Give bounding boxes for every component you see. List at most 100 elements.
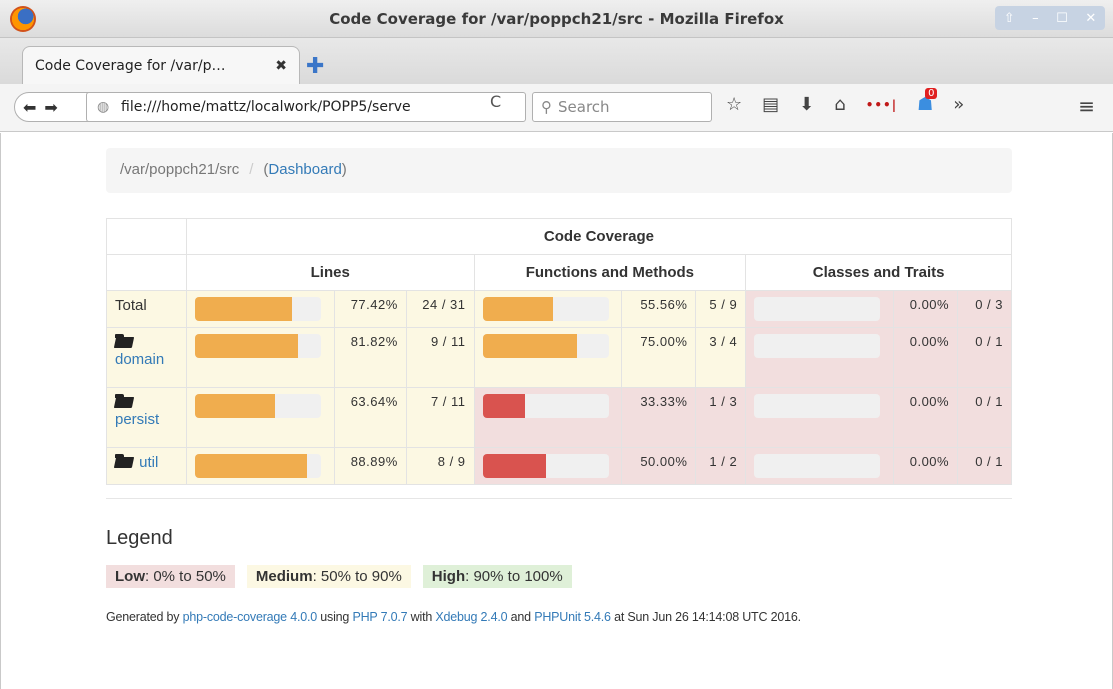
functions-ratio: 3 / 4	[695, 327, 747, 388]
lines-progress-bar	[194, 394, 321, 418]
lines-progress-fill	[194, 394, 276, 418]
generated-footer: Generated by php-code-coverage 4.0.0 usi…	[106, 610, 801, 624]
functions-progress-fill	[482, 334, 578, 358]
classes-percent: 0.00%	[893, 447, 959, 485]
legend-low: Low: 0% to 50%	[106, 565, 235, 588]
classes-ratio: 0 / 1	[957, 327, 1012, 388]
lines-ratio: 8 / 9	[405, 447, 475, 485]
home-icon[interactable]: ⌂	[834, 94, 845, 115]
classes-progress-bar	[754, 454, 881, 478]
table-row: util 88.89% 8 / 9 50.00% 1 / 2 0.00% 0 / 1	[106, 447, 1012, 485]
window-titlebar: Code Coverage for /var/poppch21/src - Mo…	[0, 0, 1113, 38]
functions-progress-fill	[482, 297, 553, 321]
lines-bar-cell	[185, 447, 335, 485]
functions-percent: 50.00%	[621, 447, 697, 485]
url-text: file:///home/mattz/localwork/POPP5/serve	[121, 99, 411, 115]
functions-progress-bar	[482, 394, 609, 418]
classes-ratio: 0 / 1	[957, 387, 1012, 448]
pocket-dots-icon[interactable]: •••|	[866, 98, 897, 112]
tab-code-coverage[interactable]: Code Coverage for /var/p… ✖	[22, 46, 300, 84]
functions-bar-cell	[473, 327, 623, 388]
classes-ratio: 0 / 3	[957, 290, 1012, 328]
legend-title: Legend	[106, 527, 173, 549]
site-identity-icon[interactable]: ◍	[97, 99, 109, 115]
window-title: Code Coverage for /var/poppch21/src - Mo…	[329, 10, 784, 28]
php-link[interactable]: PHP 7.0.7	[352, 610, 407, 624]
folder-icon	[115, 394, 135, 408]
header-code-coverage: Code Coverage	[185, 218, 1013, 255]
reading-list-icon[interactable]: ▤	[762, 94, 779, 115]
tab-close-icon[interactable]: ✖	[275, 58, 287, 74]
php-code-coverage-link[interactable]: php-code-coverage 4.0.0	[183, 610, 318, 624]
lines-progress-bar	[194, 297, 321, 321]
functions-ratio: 5 / 9	[695, 290, 747, 328]
folder-link-domain[interactable]: domain	[115, 351, 164, 368]
classes-bar-cell	[745, 290, 895, 328]
back-arrow-icon[interactable]: ⬅	[23, 98, 36, 117]
header-classes: Classes and Traits	[745, 254, 1012, 291]
bookmark-star-icon[interactable]: ☆	[726, 94, 742, 115]
breadcrumb-path: /var/poppch21/src	[120, 161, 240, 178]
overflow-chevron-icon[interactable]: »	[953, 94, 964, 115]
classes-bar-cell	[745, 327, 895, 388]
lines-percent: 77.42%	[333, 290, 407, 328]
legend-high-range: : 90% to 100%	[465, 568, 563, 585]
legend-medium-label: Medium	[255, 568, 313, 585]
forward-arrow-icon[interactable]: ➡	[44, 98, 57, 117]
table-row: persist 63.64% 7 / 11 33.33% 1 / 3 0.00% 0 / 1	[106, 387, 1012, 448]
window-up-icon[interactable]: ⇧	[1004, 11, 1015, 26]
functions-progress-fill	[482, 394, 525, 418]
xdebug-link[interactable]: Xdebug 2.4.0	[435, 610, 507, 624]
coverage-table-body: Total 77.42% 24 / 31 55.56% 5 / 9 0.00% 0 / 3d…	[106, 290, 1012, 485]
notification-badge: 0	[925, 88, 938, 99]
lines-progress-fill	[194, 297, 293, 321]
window-maximize-icon[interactable]: ☐	[1056, 11, 1068, 26]
row-name-cell: domain	[106, 327, 187, 388]
lines-percent: 88.89%	[333, 447, 407, 485]
header-empty	[106, 218, 187, 255]
phpunit-link[interactable]: PHPUnit 5.4.6	[534, 610, 611, 624]
row-total-label: Total	[115, 297, 147, 314]
classes-bar-cell	[745, 447, 895, 485]
folder-link-persist[interactable]: persist	[115, 411, 159, 428]
downloads-icon[interactable]: ⬇	[799, 94, 814, 115]
menu-hamburger-icon[interactable]: ≡	[1078, 94, 1095, 118]
header-name-empty	[106, 254, 187, 291]
legend-low-label: Low	[115, 568, 145, 585]
reload-icon[interactable]: C	[490, 92, 501, 111]
url-bar[interactable]: ◍ file:///home/mattz/localwork/POPP5/ser…	[86, 92, 526, 122]
notification-icon[interactable]: ☗ 0	[917, 88, 938, 115]
header-functions: Functions and Methods	[473, 254, 747, 291]
classes-progress-bar	[754, 297, 881, 321]
new-tab-icon[interactable]: ✚	[306, 54, 324, 79]
functions-progress-bar	[482, 297, 609, 321]
lines-bar-cell	[185, 387, 335, 448]
breadcrumb-separator: /	[249, 161, 254, 178]
classes-ratio: 0 / 1	[957, 447, 1012, 485]
search-icon: ⚲	[541, 98, 552, 116]
footer-text: using	[317, 610, 353, 624]
lines-percent: 63.64%	[333, 387, 407, 448]
functions-progress-fill	[482, 454, 546, 478]
folder-link-util[interactable]: util	[139, 454, 158, 471]
window-close-icon[interactable]: ✕	[1085, 11, 1096, 26]
section-divider	[106, 498, 1012, 499]
functions-bar-cell	[473, 290, 623, 328]
lines-progress-fill	[194, 334, 298, 358]
footer-text: at Sun Jun 26 14:14:08 UTC 2016.	[610, 610, 801, 624]
search-placeholder: Search	[558, 98, 610, 116]
header-lines: Lines	[185, 254, 475, 291]
legend-medium-range: : 50% to 90%	[312, 568, 402, 585]
breadcrumb: /var/poppch21/src / (Dashboard)	[106, 148, 1012, 193]
dashboard-link[interactable]: Dashboard	[268, 161, 341, 178]
lines-progress-bar	[194, 454, 321, 478]
classes-percent: 0.00%	[893, 327, 959, 388]
lines-bar-cell	[185, 290, 335, 328]
lines-bar-cell	[185, 327, 335, 388]
classes-percent: 0.00%	[893, 387, 959, 448]
search-input[interactable]: ⚲ Search	[532, 92, 712, 122]
window-minimize-icon[interactable]: –	[1032, 11, 1039, 26]
tab-bar: Code Coverage for /var/p… ✖ ✚	[0, 38, 1113, 84]
row-name-cell: Total	[106, 290, 187, 328]
classes-progress-bar	[754, 334, 881, 358]
